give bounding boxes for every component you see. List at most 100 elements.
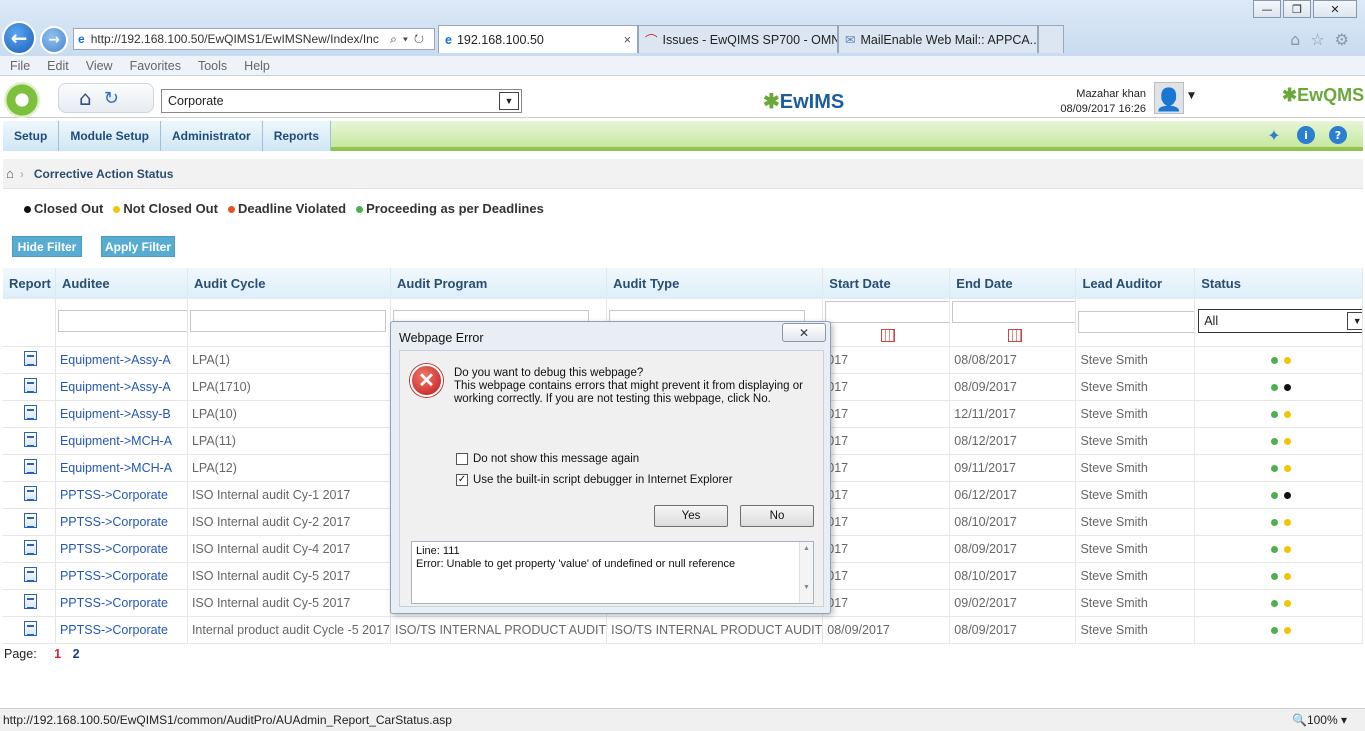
auditee-cell[interactable]: PPTSS->Corporate — [55, 508, 188, 536]
audit-cycle-filter-input[interactable] — [189, 310, 386, 332]
report-cell[interactable] — [3, 562, 56, 590]
tab-mail[interactable]: ✉ MailEnable Web Mail:: APPCA... — [838, 25, 1038, 53]
col-end-date[interactable]: End Date — [949, 268, 1077, 299]
col-auditee[interactable]: Auditee — [55, 268, 188, 299]
report-icon[interactable] — [24, 593, 38, 609]
report-cell[interactable] — [3, 346, 56, 374]
col-audit-cycle[interactable]: Audit Cycle — [187, 268, 392, 299]
minimize-icon[interactable]: — — [1253, 0, 1281, 18]
nav-setup[interactable]: Setup — [3, 121, 60, 151]
nav-administrator[interactable]: Administrator — [161, 121, 263, 151]
back-button[interactable]: ← — [2, 21, 36, 55]
report-cell[interactable] — [3, 589, 56, 617]
address-tools-icons[interactable]: ⌕▾↻ — [390, 32, 434, 47]
auditee-cell[interactable]: Equipment->Assy-A — [55, 346, 188, 374]
auditee-cell[interactable]: Equipment->Assy-B — [55, 400, 188, 428]
new-tab-button[interactable] — [1038, 25, 1064, 53]
calendar-icon[interactable] — [881, 329, 896, 342]
hide-filter-button[interactable]: Hide Filter — [12, 236, 82, 257]
info-icon[interactable]: i — [1297, 126, 1315, 144]
auditee-cell[interactable]: PPTSS->Corporate — [55, 535, 188, 563]
report-cell[interactable] — [3, 400, 56, 428]
tab-close-icon[interactable]: × — [624, 33, 637, 47]
dont-show-again-checkbox[interactable]: Do not show this message again — [456, 453, 639, 465]
end-date-filter-input[interactable] — [952, 301, 1075, 323]
chevron-down-icon[interactable]: ▼ — [1347, 312, 1362, 330]
auditee-cell[interactable]: PPTSS->Corporate — [55, 481, 188, 509]
col-audit-type[interactable]: Audit Type — [606, 268, 824, 299]
report-cell[interactable] — [3, 616, 56, 644]
report-icon[interactable] — [24, 566, 38, 582]
report-cell[interactable] — [3, 481, 56, 509]
report-icon[interactable] — [24, 350, 38, 366]
auditee-cell[interactable]: PPTSS->Corporate — [55, 589, 188, 617]
menu-tools[interactable]: Tools — [198, 59, 227, 73]
checkbox[interactable] — [456, 453, 468, 465]
calendar-icon[interactable] — [1008, 329, 1023, 342]
refresh-icon[interactable]: ↻ — [104, 88, 119, 109]
forward-button[interactable]: → — [40, 26, 68, 54]
status-filter-select[interactable]: All ▼ — [1198, 309, 1362, 333]
report-icon[interactable] — [24, 539, 38, 555]
pager: Page: 1 2 — [4, 647, 80, 661]
page-link-2[interactable]: 2 — [73, 647, 80, 661]
lead-auditor-filter-input[interactable] — [1078, 311, 1194, 333]
menu-file[interactable]: File — [10, 59, 30, 73]
help-icon[interactable]: ? — [1329, 126, 1347, 144]
auditee-filter-input[interactable] — [57, 310, 187, 332]
col-lead-auditor[interactable]: Lead Auditor — [1075, 268, 1196, 299]
nav-reports[interactable]: Reports — [262, 121, 332, 151]
report-cell[interactable] — [3, 508, 56, 536]
auditee-cell[interactable]: Equipment->MCH-A — [55, 427, 188, 455]
auditee-cell[interactable]: PPTSS->Corporate — [55, 616, 188, 644]
report-cell[interactable] — [3, 454, 56, 482]
yes-button[interactable]: Yes — [654, 505, 728, 527]
no-button[interactable]: No — [740, 505, 814, 527]
report-icon[interactable] — [24, 620, 38, 636]
scrollbar[interactable]: ▲ ▼ — [799, 542, 813, 603]
maximize-icon[interactable]: ❐ — [1283, 0, 1311, 18]
pin-icon[interactable]: ✦ — [1265, 126, 1283, 145]
auditee-cell[interactable]: Equipment->MCH-A — [55, 454, 188, 482]
tab-issues[interactable]: ⌒ Issues - EwQIMS SP700 - OMN... — [638, 25, 838, 53]
tab-active[interactable]: e 192.168.100.50 × — [438, 25, 638, 53]
avatar[interactable]: 👤 — [1154, 82, 1184, 114]
report-icon[interactable] — [24, 485, 38, 501]
auditee-cell[interactable]: Equipment->Assy-A — [55, 373, 188, 401]
report-cell[interactable] — [3, 373, 56, 401]
menu-help[interactable]: Help — [244, 59, 270, 73]
close-icon[interactable]: ✕ — [782, 323, 826, 342]
report-icon[interactable] — [24, 431, 38, 447]
home-icon[interactable]: ⌂ — [79, 86, 92, 110]
auditee-cell[interactable]: PPTSS->Corporate — [55, 562, 188, 590]
start-date-filter-input[interactable] — [825, 301, 949, 323]
organization-select[interactable]: Corporate ▼ — [161, 89, 522, 113]
col-audit-program[interactable]: Audit Program — [390, 268, 608, 299]
chevron-down-icon[interactable]: ▼ — [499, 92, 519, 110]
col-status[interactable]: Status — [1194, 268, 1363, 299]
col-start-date[interactable]: Start Date — [822, 268, 951, 299]
checkbox-checked[interactable]: ✓ — [456, 474, 468, 486]
menu-view[interactable]: View — [86, 59, 113, 73]
report-icon[interactable] — [24, 458, 38, 474]
address-bar[interactable]: e http://192.168.100.50/EwQIMS1/EwIMSNew… — [73, 28, 435, 50]
menu-favorites[interactable]: Favorites — [130, 59, 181, 73]
report-cell[interactable] — [3, 535, 56, 563]
error-details-textbox[interactable]: Line: 111 Error: Unable to get property … — [411, 541, 814, 604]
apply-filter-button[interactable]: Apply Filter — [101, 236, 175, 257]
zoom-level[interactable]: 🔍100% ▾ — [1292, 713, 1365, 727]
home-favorites-settings-icons[interactable]: ⌂☆⚙ — [1290, 30, 1359, 49]
user-menu-chevron-icon[interactable]: ▼ — [1188, 91, 1195, 101]
menu-edit[interactable]: Edit — [47, 59, 69, 73]
close-window-icon[interactable]: ✕ — [1313, 0, 1357, 18]
home-icon[interactable]: ⌂ — [6, 166, 14, 181]
table-row[interactable]: PPTSS->Corporate Internal product audit C… — [3, 616, 1363, 644]
report-icon[interactable] — [24, 512, 38, 528]
nav-module-setup[interactable]: Module Setup — [59, 121, 162, 151]
use-debugger-checkbox[interactable]: ✓ Use the built-in script debugger in Int… — [456, 474, 733, 486]
report-cell[interactable] — [3, 427, 56, 455]
report-icon[interactable] — [24, 404, 38, 420]
report-icon[interactable] — [24, 377, 38, 393]
page-link-1[interactable]: 1 — [54, 647, 61, 661]
col-report[interactable]: Report — [3, 268, 56, 299]
